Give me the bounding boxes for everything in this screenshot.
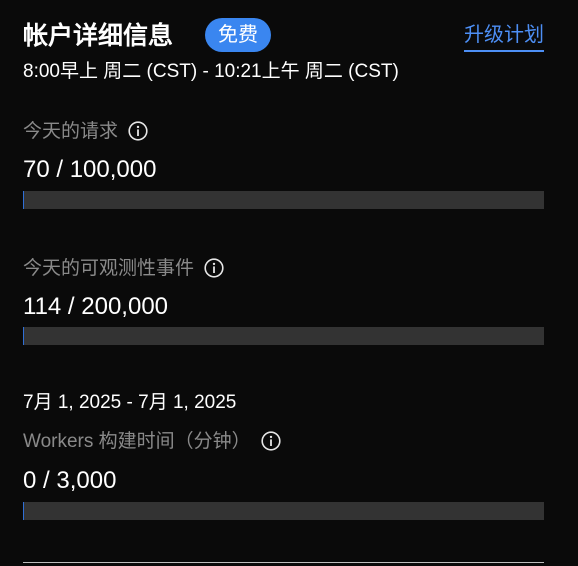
build-minutes-progress-bar (23, 502, 544, 520)
plan-badge: 免费 (205, 18, 271, 52)
section-divider (23, 562, 544, 563)
build-date-range: 7月 1, 2025 - 7月 1, 2025 (23, 392, 237, 413)
info-circle-icon[interactable] (204, 258, 224, 278)
build-minutes-value: 0 / 3,000 (23, 467, 117, 494)
requests-label-text: 今天的请求 (23, 121, 119, 142)
observability-events-progress-bar (23, 327, 544, 345)
requests-label: 今天的请求 (23, 119, 148, 145)
account-header: 帐户详细信息 免费 升级计划 (23, 18, 544, 54)
observability-events-label: 今天的可观测性事件 (23, 256, 224, 282)
observability-events-progress-fill (23, 327, 24, 345)
requests-value: 70 / 100,000 (23, 156, 157, 183)
page-title: 帐户详细信息 (23, 22, 174, 50)
account-details-panel: 帐户详细信息 免费 升级计划 8:00早上 周二 (CST) - 10:21上午… (23, 0, 544, 566)
requests-progress-bar (23, 191, 544, 209)
observability-events-value: 114 / 200,000 (23, 293, 169, 320)
observability-events-label-text: 今天的可观测性事件 (23, 258, 195, 279)
build-minutes-label: Workers 构建时间（分钟） (23, 429, 281, 455)
upgrade-plan-link[interactable]: 升级计划 (464, 22, 544, 52)
requests-progress-fill (23, 191, 24, 209)
billing-period: 8:00早上 周二 (CST) - 10:21上午 周二 (CST) (23, 61, 399, 82)
info-circle-icon[interactable] (128, 121, 148, 141)
build-minutes-label-text: Workers 构建时间（分钟） (23, 431, 251, 452)
info-circle-icon[interactable] (261, 431, 281, 451)
build-minutes-progress-fill (23, 502, 24, 520)
